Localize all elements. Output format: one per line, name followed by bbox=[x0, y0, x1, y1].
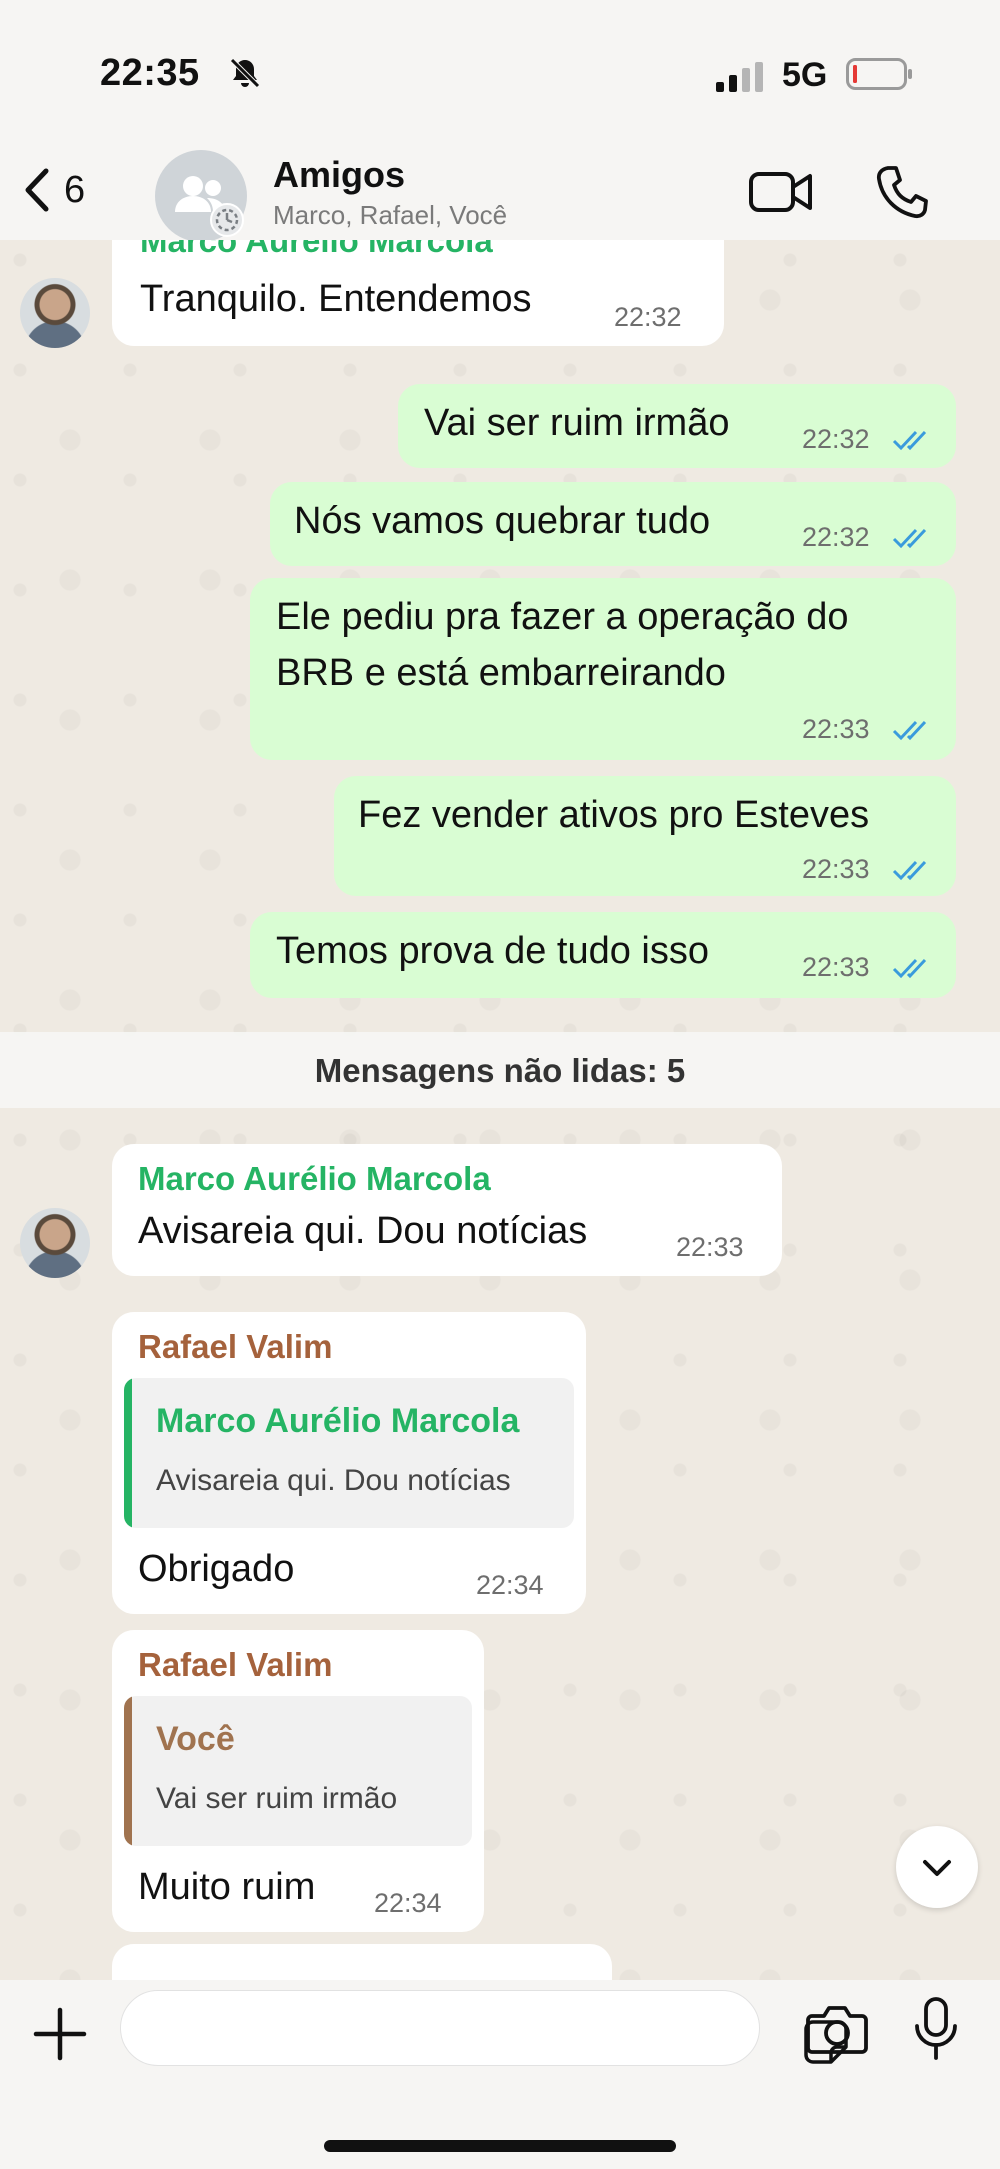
quoted-text: Avisareia qui. Dou notícias bbox=[156, 1464, 511, 1497]
message-time: 22:33 bbox=[802, 952, 870, 982]
message-text: Nós vamos quebrar tudo bbox=[294, 500, 711, 542]
chevron-left-icon bbox=[25, 168, 49, 212]
read-ticks-icon bbox=[892, 958, 927, 979]
quoted-text: Vai ser ruim irmão bbox=[156, 1782, 398, 1815]
chat-title[interactable]: Amigos bbox=[273, 154, 405, 196]
quoted-sender: Marco Aurélio Marcola bbox=[156, 1402, 520, 1440]
message-time: 22:33 bbox=[802, 714, 870, 744]
message-bubble-outgoing[interactable]: Fez vender ativos pro Esteves 22:33 bbox=[334, 776, 956, 896]
battery-icon bbox=[846, 58, 912, 90]
message-text: Obrigado bbox=[138, 1548, 295, 1590]
message-input[interactable] bbox=[120, 1990, 848, 2066]
chevron-down-icon bbox=[923, 1860, 951, 1876]
message-time: 22:34 bbox=[374, 1888, 442, 1918]
message-time: 22:34 bbox=[476, 1570, 544, 1600]
message-time: 22:33 bbox=[676, 1232, 744, 1262]
quoted-sender: Você bbox=[156, 1720, 235, 1758]
read-ticks-icon bbox=[892, 528, 927, 549]
group-icon bbox=[175, 176, 244, 237]
message-text-line1: Ele pediu pra fazer a operação do bbox=[276, 596, 849, 638]
avatar-marco[interactable] bbox=[20, 278, 90, 348]
unread-chats-count: 6 bbox=[64, 168, 86, 211]
composer-bar bbox=[0, 1980, 1000, 2169]
camera-icon[interactable] bbox=[806, 2002, 868, 2056]
status-time: 22:35 bbox=[100, 52, 200, 94]
quote-accent-bar bbox=[124, 1378, 132, 1528]
message-text: Fez vender ativos pro Esteves bbox=[358, 794, 870, 836]
chat-header: 6 Amigos Marco, Rafael, Você bbox=[0, 150, 1000, 242]
message-bubble-reply[interactable]: Rafael Valim Marco Aurélio Marcola Avisa… bbox=[112, 1312, 586, 1614]
read-ticks-icon bbox=[892, 430, 927, 451]
network-type: 5G bbox=[782, 56, 828, 94]
message-bubble-outgoing[interactable]: Vai ser ruim irmão 22:32 bbox=[398, 384, 956, 468]
microphone-icon[interactable] bbox=[912, 1996, 960, 2062]
message-text: Avisareia qui. Dou notícias bbox=[138, 1210, 588, 1252]
back-button[interactable]: 6 bbox=[20, 160, 110, 220]
message-time: 22:32 bbox=[802, 522, 870, 552]
message-text: Tranquilo. Entendemos bbox=[140, 278, 532, 320]
scroll-to-bottom-button[interactable] bbox=[896, 1826, 978, 1908]
video-camera-icon[interactable] bbox=[748, 168, 814, 216]
read-ticks-icon bbox=[892, 720, 927, 741]
group-avatar[interactable] bbox=[155, 150, 247, 242]
message-bubble-incoming[interactable]: Marco Aurélio Marcola Avisareia qui. Dou… bbox=[112, 1144, 782, 1276]
message-text: Temos prova de tudo isso bbox=[276, 930, 710, 972]
message-bubble-outgoing[interactable]: Nós vamos quebrar tudo 22:32 bbox=[270, 482, 956, 566]
bell-off-icon bbox=[230, 58, 260, 88]
message-text: Muito ruim bbox=[138, 1866, 316, 1908]
plus-icon[interactable] bbox=[30, 2004, 90, 2064]
status-bar: 22:35 5G bbox=[0, 0, 1000, 150]
read-ticks-icon bbox=[892, 860, 927, 881]
home-indicator bbox=[324, 2140, 676, 2152]
message-bubble-outgoing[interactable]: Temos prova de tudo isso 22:33 bbox=[250, 912, 956, 998]
message-sender: Marco Aurélio Marcola bbox=[140, 240, 493, 259]
unread-messages-divider: Mensagens não lidas: 5 bbox=[0, 1032, 1000, 1108]
signal-icon bbox=[716, 62, 763, 92]
quoted-message[interactable]: Você Vai ser ruim irmão bbox=[124, 1696, 472, 1846]
message-bubble-outgoing[interactable]: Ele pediu pra fazer a operação do BRB e … bbox=[250, 578, 956, 760]
message-text: Vai ser ruim irmão bbox=[424, 402, 730, 444]
quoted-message[interactable]: Marco Aurélio Marcola Avisareia qui. Dou… bbox=[124, 1378, 574, 1528]
avatar-marco[interactable] bbox=[20, 1208, 90, 1278]
message-sender: Rafael Valim bbox=[138, 1646, 333, 1683]
phone-icon[interactable] bbox=[876, 164, 928, 220]
message-bubble-incoming[interactable]: Marco Aurélio Marcola Tranquilo. Entende… bbox=[112, 240, 724, 346]
chat-subtitle: Marco, Rafael, Você bbox=[273, 200, 508, 230]
message-time: 22:32 bbox=[802, 424, 870, 454]
message-bubble-reply[interactable]: Rafael Valim Você Vai ser ruim irmão Mui… bbox=[112, 1630, 484, 1932]
message-time: 22:32 bbox=[614, 302, 682, 332]
message-bubble-partial[interactable] bbox=[112, 1944, 612, 1980]
unread-messages-label: Mensagens não lidas: 5 bbox=[314, 1052, 686, 1089]
message-text-line2: BRB e está embarreirando bbox=[276, 652, 726, 694]
message-sender: Rafael Valim bbox=[138, 1328, 333, 1365]
message-time: 22:33 bbox=[802, 854, 870, 884]
quote-accent-bar bbox=[124, 1696, 132, 1846]
message-sender: Marco Aurélio Marcola bbox=[138, 1160, 491, 1197]
